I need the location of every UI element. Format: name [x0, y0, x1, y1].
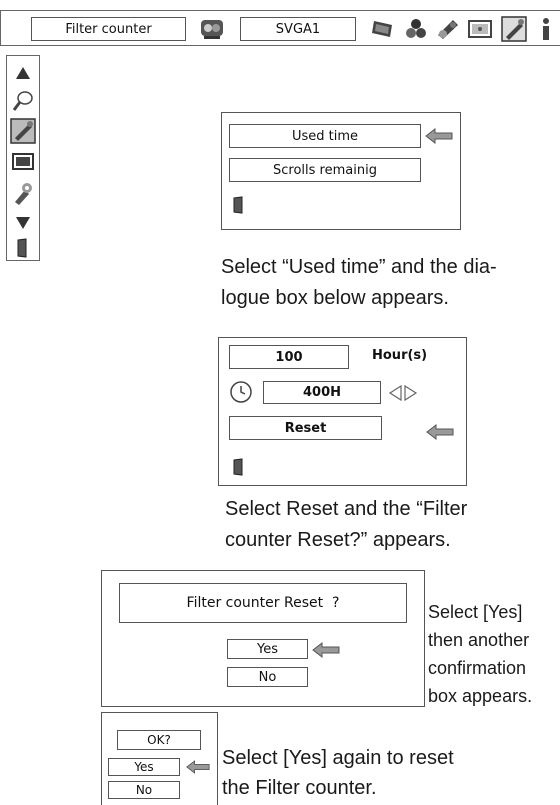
mode-display: SVGA1 [240, 17, 356, 41]
clock-icon [229, 380, 253, 408]
caption-line: Select [Yes] again to reset [222, 747, 454, 769]
up-arrow-icon[interactable] [8, 61, 38, 85]
pointer-arrow-icon [312, 642, 340, 658]
scrolls-remaining-item[interactable]: Scrolls remainig [229, 158, 421, 182]
lamp-icon[interactable] [8, 88, 38, 114]
pc-adjust-icon[interactable] [197, 15, 227, 43]
caption-line: counter Reset?” appears. [225, 529, 451, 551]
image-icon[interactable] [433, 15, 463, 43]
screen-icon[interactable] [465, 15, 495, 43]
ok-yes-button[interactable]: Yes [108, 758, 180, 776]
color-icon[interactable] [401, 15, 431, 43]
caption-line: Select [Yes] [428, 602, 523, 622]
caption-line: Select Reset and the “Filter [225, 498, 468, 520]
exit-icon[interactable] [233, 458, 245, 480]
exit-icon[interactable] [233, 196, 245, 218]
no-button[interactable]: No [227, 667, 308, 687]
confirm-question: Filter counter Reset ? [119, 583, 407, 623]
exit-icon[interactable] [8, 236, 38, 260]
settings-icon[interactable] [8, 178, 38, 208]
ok-question: OK? [117, 730, 201, 750]
caption-line: the Filter counter. [222, 777, 377, 799]
screen-settings-icon[interactable] [8, 149, 38, 175]
adjust-arrows-icon[interactable] [387, 384, 419, 406]
caption-line: logue box below appears. [221, 287, 449, 309]
info-icon[interactable] [536, 15, 556, 43]
caption-line: then another [428, 630, 530, 650]
hours-unit-label: Hour(s) [372, 348, 428, 363]
caption-line: confirmation [428, 658, 527, 678]
reset-button[interactable]: Reset [229, 416, 382, 440]
pointer-arrow-icon [426, 424, 454, 440]
wrench-icon[interactable] [498, 13, 530, 45]
caption-line: Select “Used time” and the dia- [221, 256, 497, 278]
pointer-arrow-icon [186, 760, 210, 774]
display-icon[interactable] [368, 15, 398, 43]
filter-limit-value[interactable]: 400H [263, 381, 381, 404]
yes-button[interactable]: Yes [227, 639, 308, 659]
menu-title: Filter counter [31, 17, 186, 41]
used-hours-value: 100 [229, 345, 349, 369]
used-time-item[interactable]: Used time [229, 124, 421, 148]
caption-line: box appears. [428, 686, 533, 706]
filter-icon[interactable] [9, 117, 37, 145]
down-arrow-icon[interactable] [8, 212, 38, 234]
ok-no-button[interactable]: No [108, 781, 180, 799]
pointer-arrow-icon [425, 128, 453, 144]
